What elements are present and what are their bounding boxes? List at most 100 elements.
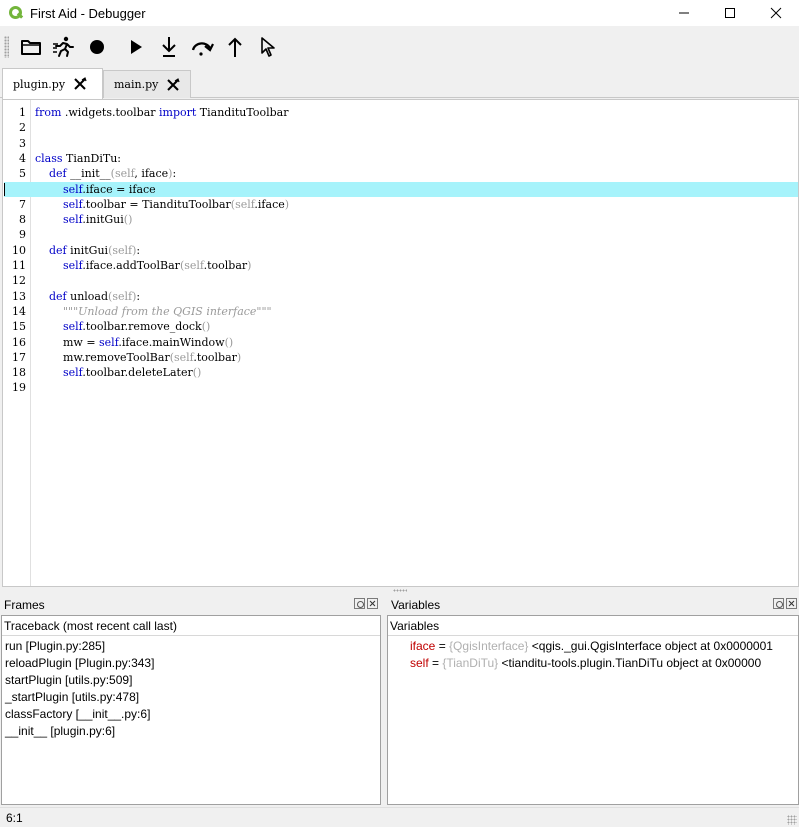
code-token: .toolbar <box>193 350 237 364</box>
code-line[interactable]: mw = self.iface.mainWindow() <box>35 335 798 350</box>
variables-header: Variables <box>388 616 798 636</box>
code-token: __init__ <box>66 167 111 181</box>
line-number: 19 <box>12 381 26 395</box>
step-into-icon <box>162 37 176 57</box>
step-into-button[interactable] <box>153 31 185 63</box>
code-line[interactable]: self.toolbar.remove_dock() <box>35 319 798 334</box>
code-line[interactable]: self.initGui() <box>35 212 798 227</box>
code-line[interactable]: def initGui(self): <box>35 243 798 258</box>
code-line[interactable]: self.toolbar = TiandituToolbar(self.ifac… <box>35 197 798 212</box>
window-controls <box>661 0 799 26</box>
code-token: .toolbar.remove_dock <box>82 320 202 334</box>
code-token: self <box>62 182 83 196</box>
cursor-position: 6:1 <box>6 810 23 825</box>
code-line[interactable]: mw.removeToolBar(self.toolbar) <box>35 350 798 365</box>
line-number: 9 <box>19 228 26 242</box>
line-number: 13 <box>12 289 26 303</box>
variable-value: <qgis._gui.QgisInterface object at 0x000… <box>528 639 773 653</box>
code-token: .widgets.toolbar <box>61 106 160 119</box>
folder-icon <box>21 40 41 55</box>
step-over-icon <box>191 42 214 56</box>
variable-item[interactable]: iface = {QgisInterface} <qgis._gui.QgisI… <box>388 638 798 655</box>
code-line[interactable] <box>35 273 798 288</box>
code-line[interactable] <box>35 136 798 151</box>
window-title: First Aid - Debugger <box>30 5 146 21</box>
run-script-button[interactable] <box>48 31 80 63</box>
breakpoint-button[interactable] <box>81 31 113 63</box>
code-token: def <box>49 243 67 257</box>
frame-item[interactable]: reloadPlugin [Plugin.py:343] <box>2 655 380 672</box>
step-out-button[interactable] <box>219 31 251 63</box>
code-token: self <box>112 243 133 257</box>
status-bar: 6:1 <box>0 807 799 827</box>
close-button[interactable] <box>753 0 799 26</box>
code-token: .iface <box>254 197 285 211</box>
tab-plugin-py[interactable]: plugin.py <box>2 68 103 99</box>
size-grip[interactable] <box>787 815 797 825</box>
tab-close-button[interactable] <box>73 77 87 91</box>
open-file-button[interactable] <box>15 31 47 63</box>
variables-dock-buttons <box>773 598 797 609</box>
code-line[interactable]: class TianDiTu: <box>35 151 798 166</box>
dock-close-button[interactable] <box>786 598 797 609</box>
code-area[interactable]: from .widgets.toolbar import TiandituToo… <box>4 100 798 586</box>
frame-item[interactable]: _startPlugin [utils.py:478] <box>2 689 380 706</box>
frame-item[interactable]: __init__ [plugin.py:6] <box>2 723 380 740</box>
code-token: self <box>62 259 83 272</box>
line-number: 5 <box>19 167 26 181</box>
tab-label: main.py <box>114 78 159 91</box>
code-line[interactable]: from .widgets.toolbar import TiandituToo… <box>35 105 798 120</box>
horizontal-splitter[interactable] <box>0 588 799 593</box>
continue-icon <box>131 40 142 54</box>
minimize-button[interactable] <box>661 0 707 26</box>
line-number: 4 <box>19 151 26 165</box>
code-token: import <box>159 106 197 119</box>
code-line[interactable]: def __init__(self, iface): <box>35 166 798 181</box>
continue-button[interactable] <box>120 31 152 63</box>
step-out-icon <box>228 37 242 57</box>
line-number: 3 <box>19 136 26 150</box>
dock-float-button[interactable] <box>773 598 784 609</box>
code-line[interactable]: """Unload from the QGIS interface""" <box>35 304 798 319</box>
variable-type: {QgisInterface} <box>449 639 529 653</box>
maximize-button[interactable] <box>707 0 753 26</box>
code-token: .iface = iface <box>82 182 156 196</box>
code-token: from <box>35 106 62 119</box>
variable-item[interactable]: self = {TianDiTu} <tianditu-tools.plugin… <box>388 655 798 672</box>
code-token: ) <box>247 259 252 272</box>
line-number: 2 <box>19 121 26 135</box>
code-token: self <box>114 167 135 181</box>
toolbar-grip[interactable] <box>4 36 9 58</box>
title-bar: First Aid - Debugger <box>0 0 799 26</box>
frame-item[interactable]: classFactory [__init__.py:6] <box>2 706 380 723</box>
code-token: .toolbar.deleteLater <box>82 366 193 380</box>
code-editor[interactable]: 12345678910111213141516171819 from .widg… <box>2 99 799 587</box>
dock-float-button[interactable] <box>354 598 365 609</box>
code-token: ) <box>284 197 290 211</box>
code-line[interactable] <box>35 120 798 135</box>
dock-close-button[interactable] <box>367 598 378 609</box>
inspect-cursor-button[interactable] <box>252 31 284 63</box>
frame-item[interactable]: run [Plugin.py:285] <box>2 638 380 655</box>
line-number: 10 <box>12 243 26 257</box>
code-line[interactable] <box>35 380 798 395</box>
code-line[interactable]: self.toolbar.deleteLater() <box>35 365 798 380</box>
code-line[interactable] <box>35 227 798 242</box>
code-line[interactable]: self.iface.addToolBar(self.toolbar) <box>35 258 798 273</box>
line-number: 11 <box>12 259 26 272</box>
variable-name: iface <box>410 639 436 653</box>
current-code-line[interactable]: self.iface = iface <box>4 181 798 197</box>
tab-main-py[interactable]: main.py <box>103 70 191 98</box>
frame-item[interactable]: startPlugin [utils.py:509] <box>2 672 380 689</box>
line-number: 12 <box>12 274 26 288</box>
code-line[interactable]: def unload(self): <box>35 289 798 304</box>
step-over-button[interactable] <box>186 31 218 63</box>
variables-panel: Variables iface = {QgisInterface} <qgis.… <box>387 615 799 805</box>
tab-close-button[interactable] <box>166 77 180 92</box>
frames-list: run [Plugin.py:285] reloadPlugin [Plugin.… <box>2 636 380 740</box>
frames-header: Traceback (most recent call last) <box>2 616 380 636</box>
